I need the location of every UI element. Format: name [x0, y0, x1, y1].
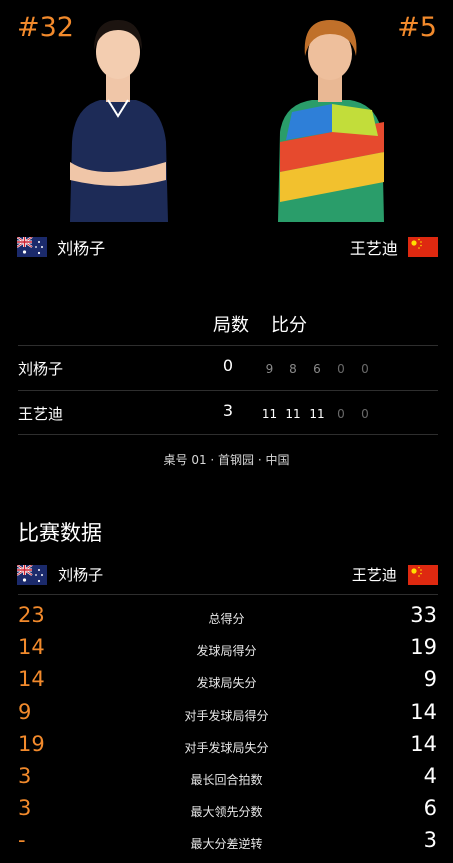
game-point: 0 — [337, 362, 345, 376]
points-header: 比分 — [271, 315, 307, 336]
stat-right-value: 14 — [410, 700, 437, 724]
stat-row: 23 总得分 33 — [0, 601, 453, 633]
stats-right-player: 王艺迪 — [352, 564, 438, 585]
game-point: 11 — [261, 407, 278, 421]
stat-label: 对手发球局得分 — [184, 709, 269, 723]
left-player-photo[interactable] — [60, 12, 176, 222]
score-row-name: 刘杨子 — [18, 360, 64, 378]
stat-right-value: 3 — [423, 828, 437, 852]
australia-flag-icon — [17, 564, 47, 585]
section-title: 比赛数据 — [18, 521, 102, 545]
stats-left-player: 刘杨子 — [17, 564, 103, 585]
right-player-photo[interactable] — [272, 12, 388, 222]
stat-label: 发球局得分 — [196, 644, 257, 658]
stat-row: - 最大分差逆转 3 — [0, 826, 453, 858]
stat-label: 发球局失分 — [196, 676, 257, 690]
score-row-games: 3 — [222, 401, 234, 420]
stat-row: 19 对手发球局失分 14 — [0, 730, 453, 762]
australia-flag-icon — [17, 237, 47, 257]
game-point: 11 — [309, 407, 325, 421]
stat-row: 14 发球局失分 9 — [0, 665, 453, 697]
game-point: 8 — [289, 362, 297, 376]
game-point: 9 — [265, 362, 274, 376]
divider — [18, 345, 438, 346]
stats-right-player-name: 王艺迪 — [351, 566, 397, 584]
stat-right-value: 19 — [410, 635, 437, 659]
stat-right-value: 4 — [423, 764, 437, 788]
score-row-name: 王艺迪 — [18, 405, 64, 423]
divider — [18, 434, 438, 435]
game-point: 0 — [361, 407, 369, 421]
game-point: 0 — [361, 362, 369, 376]
left-player-label: 刘杨子 — [17, 235, 105, 259]
stat-label: 对手发球局失分 — [184, 741, 269, 755]
score-row-points: 9 8 6 0 0 — [258, 362, 377, 376]
china-flag-icon — [408, 564, 438, 585]
score-row-games: 0 — [222, 356, 234, 375]
stats-left-player-name: 刘杨子 — [58, 566, 104, 584]
right-player-name: 王艺迪 — [349, 239, 398, 258]
game-point: 0 — [337, 407, 345, 421]
stat-row: 3 最长回合拍数 4 — [0, 762, 453, 794]
china-flag-icon — [408, 237, 438, 257]
game-point: 11 — [285, 407, 301, 421]
stat-right-value: 9 — [423, 667, 437, 691]
stat-label: 最大分差逆转 — [190, 837, 263, 851]
divider — [18, 390, 438, 391]
stat-label: 总得分 — [208, 612, 245, 626]
stat-right-value: 14 — [410, 732, 437, 756]
game-point: 6 — [313, 362, 321, 376]
venue-info: 桌号 01 · 首钢园 · 中国 — [163, 453, 290, 467]
right-player-rank: #5 — [397, 12, 437, 43]
games-header: 局数 — [213, 315, 249, 336]
left-player-name: 刘杨子 — [57, 239, 106, 258]
stat-label: 最大领先分数 — [190, 805, 263, 819]
stat-label: 最长回合拍数 — [190, 773, 263, 787]
right-player-label: 王艺迪 — [350, 235, 438, 259]
stat-row: 9 对手发球局得分 14 — [0, 698, 453, 730]
stat-row: 3 最大领先分数 6 — [0, 794, 453, 826]
stat-right-value: 6 — [423, 796, 437, 820]
divider — [18, 594, 438, 595]
stat-right-value: 33 — [410, 603, 437, 627]
stat-row: 14 发球局得分 19 — [0, 633, 453, 665]
score-row-points: 11 11 11 0 0 — [258, 407, 377, 421]
